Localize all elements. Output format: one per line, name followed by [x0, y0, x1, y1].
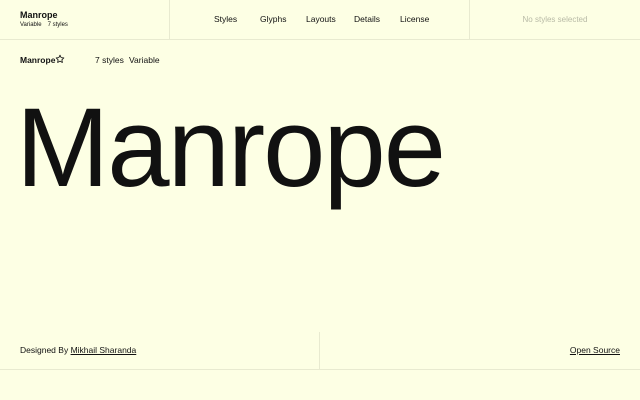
header: Manrope Variable 7 styles Styles Glyphs L… — [0, 0, 640, 40]
nav-styles[interactable]: Styles — [214, 14, 237, 25]
nav-layouts[interactable]: Layouts — [306, 14, 336, 25]
open-source-link[interactable]: Open Source — [570, 345, 620, 356]
page: Manrope Variable 7 styles Styles Glyphs L… — [0, 0, 640, 400]
brand-type: Variable — [20, 22, 42, 28]
font-specimen: Manrope — [16, 85, 446, 210]
designer-link[interactable]: Mikhail Sharanda — [71, 345, 137, 355]
footer: Designed By Mikhail Sharanda Open Source — [0, 332, 640, 370]
selection-status[interactable]: No styles selected — [470, 0, 640, 40]
variable-label: Variable — [129, 55, 160, 65]
footer-divider — [319, 332, 320, 370]
nav-details[interactable]: Details — [354, 14, 380, 25]
font-info-bar: Manrope 7 styles Variable — [0, 40, 640, 80]
main-nav: Styles Glyphs Layouts Details License — [170, 0, 470, 40]
nav-glyphs[interactable]: Glyphs — [260, 14, 286, 25]
brand-meta: Variable 7 styles — [20, 21, 169, 29]
font-title: Manrope — [20, 55, 56, 65]
star-outline-icon[interactable] — [55, 54, 65, 64]
brand-styles-count: 7 styles — [47, 22, 68, 28]
designed-by: Designed By Mikhail Sharanda — [20, 345, 136, 356]
designed-by-prefix: Designed By — [20, 345, 69, 355]
styles-count: 7 styles — [95, 55, 124, 65]
brand-name: Manrope — [20, 10, 58, 20]
nav-license[interactable]: License — [400, 14, 429, 25]
brand-block[interactable]: Manrope Variable 7 styles — [0, 0, 170, 40]
